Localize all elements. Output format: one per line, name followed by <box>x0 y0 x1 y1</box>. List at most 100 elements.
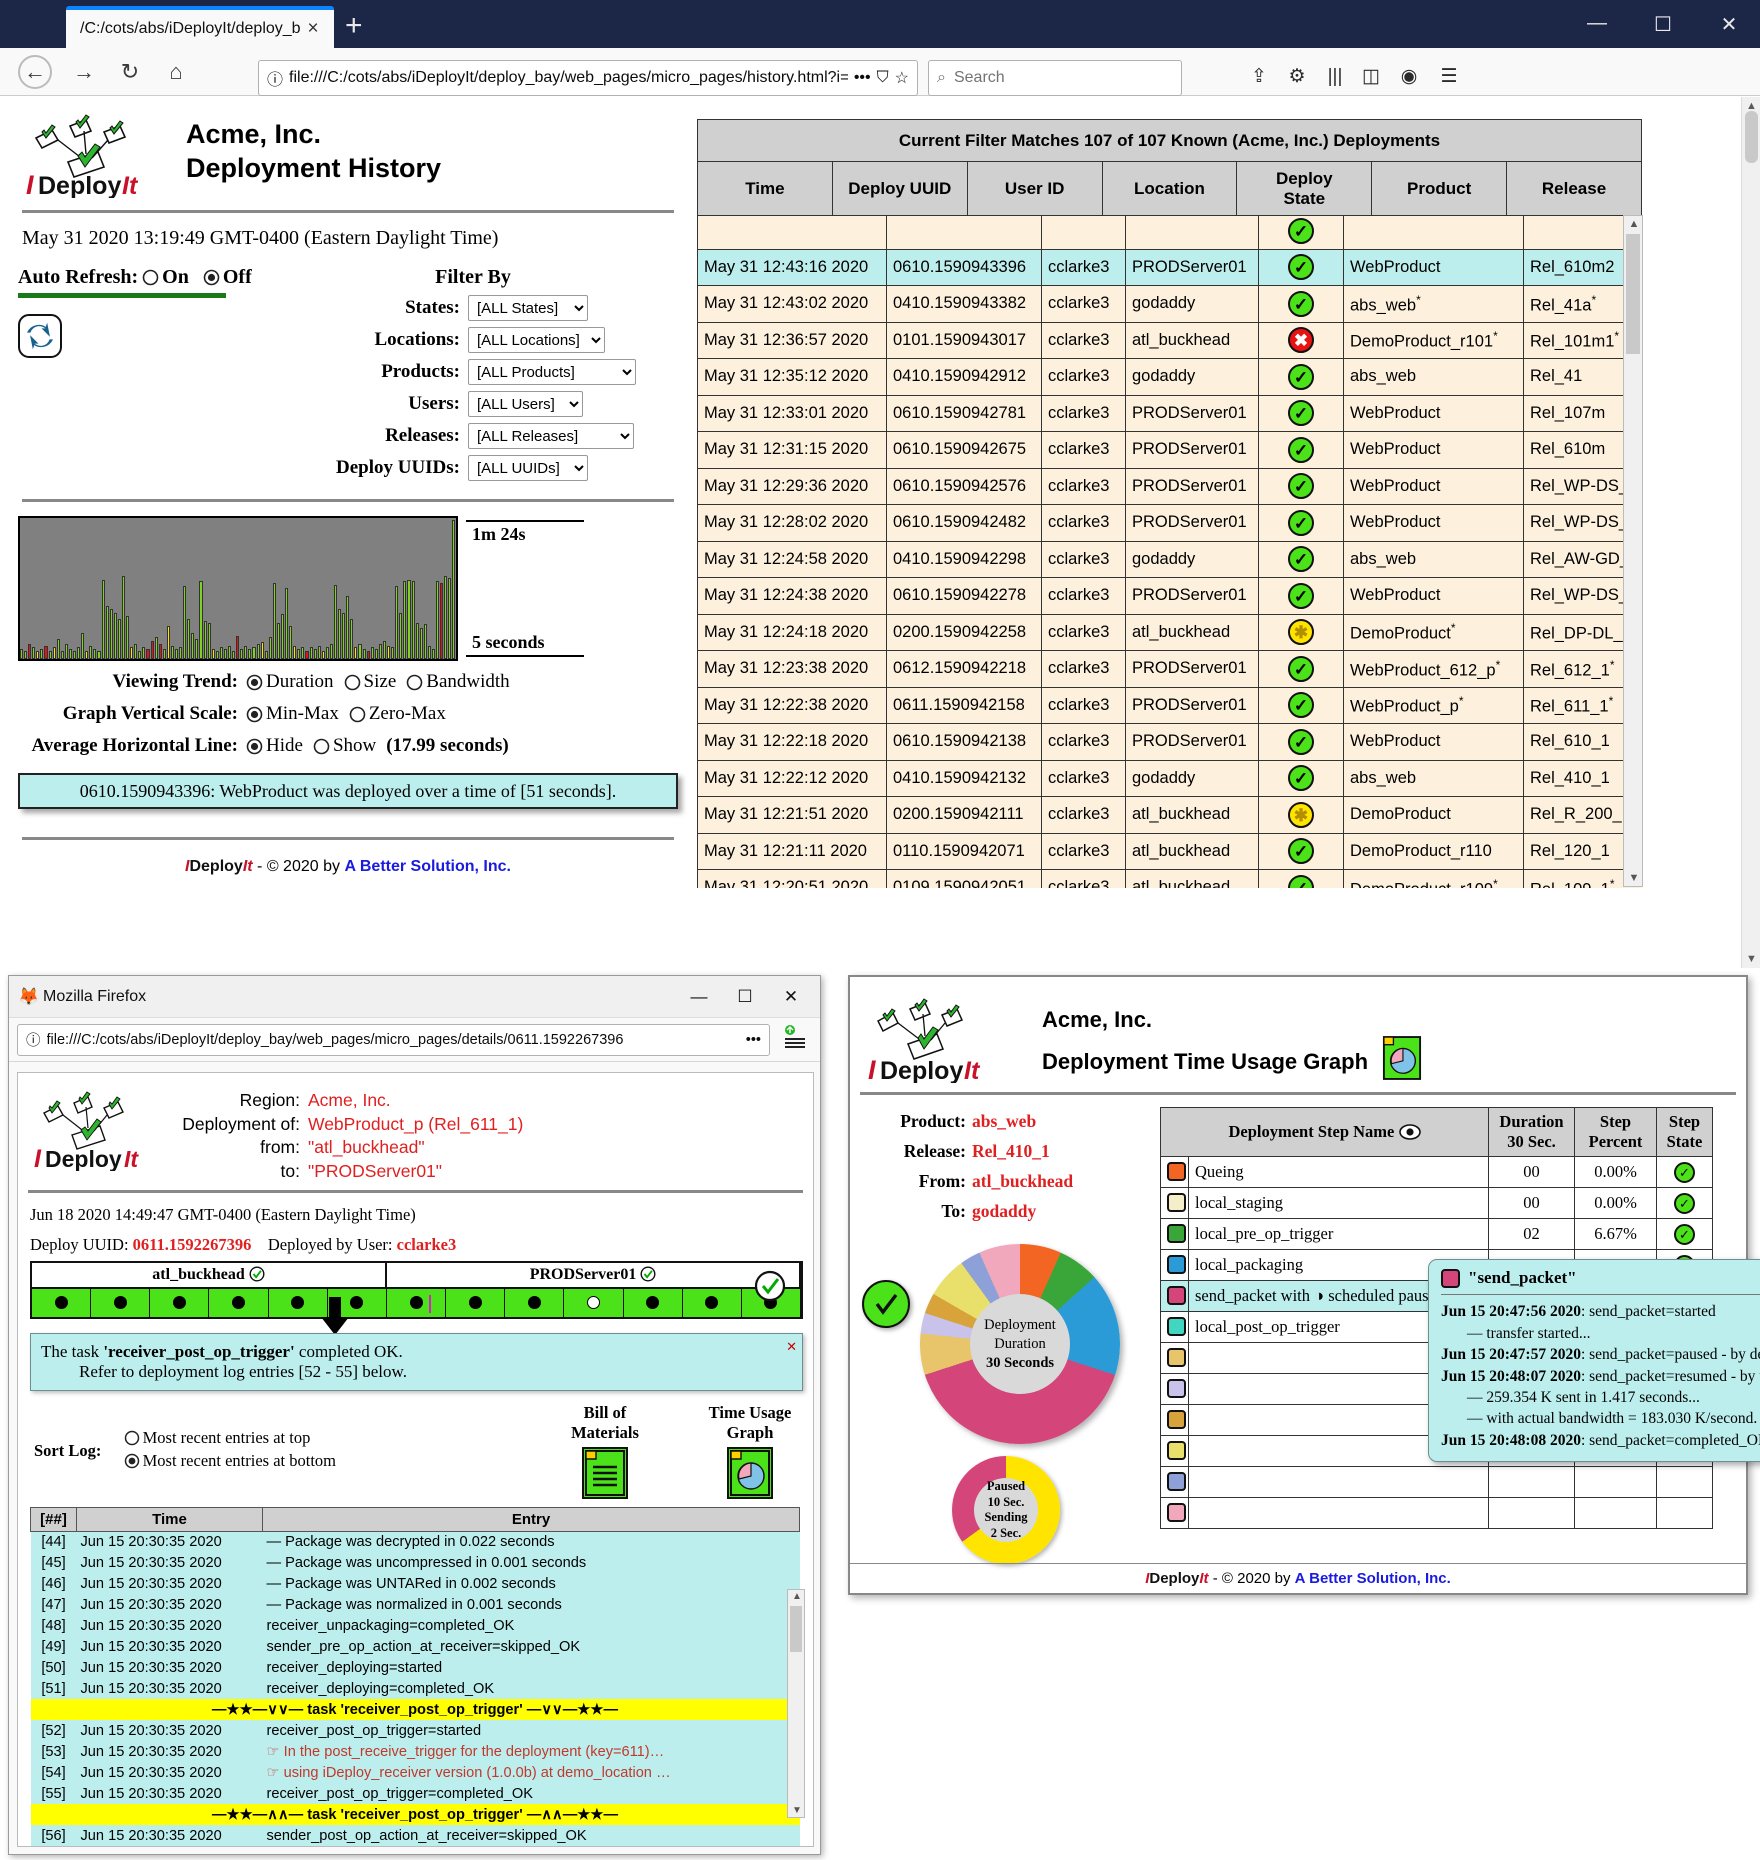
chart-bar[interactable] <box>305 651 308 659</box>
chart-bar[interactable] <box>57 639 60 659</box>
sidebar-icon[interactable]: ◫ <box>1352 58 1390 96</box>
scroll-down-icon[interactable]: ▼ <box>788 1805 806 1816</box>
chart-bar[interactable] <box>191 633 194 659</box>
step-cell[interactable] <box>624 1289 683 1317</box>
chart-bar[interactable] <box>81 633 84 659</box>
chart-bar[interactable] <box>334 585 337 659</box>
address-bar[interactable]: ⓘ file:///C:/cots/abs/iDeployIt/deploy_b… <box>258 60 918 96</box>
column-header-product[interactable]: Product <box>1372 162 1507 216</box>
log-row[interactable]: [50]Jun 15 20:30:35 2020receiver_deployi… <box>31 1657 800 1678</box>
chart-bar[interactable] <box>61 651 64 659</box>
company-link[interactable]: A Better Solution, Inc. <box>1295 1570 1451 1587</box>
step-cell[interactable] <box>32 1289 91 1317</box>
chart-bar[interactable] <box>383 641 386 659</box>
chart-bar[interactable] <box>199 581 202 659</box>
chart-bar[interactable] <box>155 637 158 659</box>
chart-bar[interactable] <box>228 646 231 659</box>
table-row[interactable]: May 31 12:29:36 20200610.1590942576cclar… <box>698 468 1643 505</box>
step-cell[interactable] <box>209 1289 268 1317</box>
chart-bar[interactable] <box>444 576 447 659</box>
page-actions-icon[interactable]: ••• <box>854 69 871 87</box>
chart-plot-area[interactable] <box>18 516 458 661</box>
filter-select-1[interactable]: [ALL Locations] <box>468 327 605 353</box>
bill-of-materials-button[interactable]: Bill of Materials <box>551 1403 659 1499</box>
log-row[interactable]: [44]Jun 15 20:30:35 2020— Package was de… <box>31 1531 800 1552</box>
scroll-down-icon[interactable]: ▼ <box>1742 953 1760 965</box>
trend-option-bandwidth[interactable]: Bandwidth <box>406 671 509 693</box>
chart-bar[interactable] <box>102 580 105 659</box>
table-row-partial[interactable]: ✓ <box>698 216 1643 249</box>
search-input[interactable]: ⌕ Search <box>928 60 1182 96</box>
table-row[interactable]: May 31 12:23:38 20200612.1590942218cclar… <box>698 651 1643 688</box>
close-icon[interactable]: ✕ <box>768 987 814 1007</box>
table-row[interactable]: May 31 12:22:12 20200410.1590942132cclar… <box>698 760 1643 797</box>
chart-bar[interactable] <box>65 644 68 659</box>
chart-bar[interactable] <box>93 649 96 659</box>
chart-bar[interactable] <box>269 637 272 659</box>
chart-bar[interactable] <box>375 649 378 659</box>
scale-option-zeromax[interactable]: Zero-Max <box>349 703 446 725</box>
chart-bar[interactable] <box>69 649 72 659</box>
library-icon[interactable]: ||| <box>1316 58 1354 96</box>
auto-refresh-off[interactable]: Off <box>203 266 252 289</box>
maximize-icon[interactable]: ☐ <box>722 987 768 1007</box>
chart-bar[interactable] <box>363 649 366 659</box>
chart-bar[interactable] <box>122 576 125 659</box>
chart-bar[interactable] <box>330 644 333 659</box>
chart-bar[interactable] <box>208 623 211 659</box>
chart-bar[interactable] <box>134 644 137 659</box>
column-header-deploy-state[interactable]: DeployState <box>1237 162 1372 216</box>
table-row[interactable]: May 31 12:28:02 20200610.1590942482cclar… <box>698 505 1643 542</box>
table-scrollbar[interactable]: ▲ ▼ <box>1623 215 1643 887</box>
log-scrollbar[interactable]: ▲ ▼ <box>787 1589 805 1818</box>
log-row[interactable]: [45]Jun 15 20:30:35 2020— Package was un… <box>31 1552 800 1573</box>
average-option-show[interactable]: Show <box>313 735 376 757</box>
chart-bar[interactable] <box>32 647 35 659</box>
trend-option-duration[interactable]: Duration <box>246 671 334 693</box>
log-row[interactable]: [54]Jun 15 20:30:35 2020☞ using iDeploy_… <box>31 1762 800 1783</box>
chart-bar[interactable] <box>277 623 280 659</box>
gear-icon[interactable]: ⚙ <box>1278 58 1316 96</box>
chart-bar[interactable] <box>297 649 300 659</box>
chart-bar[interactable] <box>310 647 313 659</box>
step-cell[interactable] <box>564 1289 623 1317</box>
chart-bar[interactable] <box>232 651 235 659</box>
chart-bar[interactable] <box>159 644 162 659</box>
chart-bar[interactable] <box>187 619 190 659</box>
filter-select-5[interactable]: [ALL UUIDs] <box>468 455 588 481</box>
step-cell[interactable] <box>446 1289 505 1317</box>
chart-bar[interactable] <box>216 651 219 659</box>
chart-bar[interactable] <box>379 644 382 659</box>
chart-bar[interactable] <box>151 641 154 659</box>
step-row[interactable] <box>1161 1498 1713 1529</box>
chart-bar[interactable] <box>350 619 353 659</box>
table-row[interactable]: May 31 12:24:58 20200410.1590942298cclar… <box>698 541 1643 578</box>
minimize-icon[interactable]: — <box>676 987 722 1007</box>
scroll-up-icon[interactable]: ▲ <box>1624 218 1644 230</box>
chart-bar[interactable] <box>281 614 284 659</box>
filter-select-2[interactable]: [ALL Products] <box>468 359 636 385</box>
step-cell[interactable] <box>91 1289 150 1317</box>
column-header-location[interactable]: Location <box>1102 162 1237 216</box>
scroll-down-icon[interactable]: ▼ <box>1624 872 1644 884</box>
chart-bar[interactable] <box>338 609 341 659</box>
details-address-bar[interactable]: ⓘ file:///C:/cots/abs/iDeployIt/deploy_b… <box>17 1024 770 1056</box>
chart-bar[interactable] <box>126 616 129 659</box>
auto-refresh-on[interactable]: On <box>142 266 189 289</box>
chart-bar[interactable] <box>212 649 215 659</box>
close-icon[interactable]: ✕ <box>786 1339 797 1355</box>
chart-bar[interactable] <box>204 621 207 659</box>
close-icon[interactable]: × <box>300 18 326 40</box>
save-to-pocket-icon[interactable]: ⇪ <box>1240 58 1278 96</box>
chart-bar[interactable] <box>301 647 304 659</box>
new-tab-button[interactable]: + <box>345 12 363 40</box>
chart-bar[interactable] <box>110 609 113 659</box>
table-row[interactable]: May 31 12:22:18 20200610.1590942138cclar… <box>698 724 1643 761</box>
chart-bar[interactable] <box>236 636 239 659</box>
chart-bar[interactable] <box>403 581 406 659</box>
scale-option-minmax[interactable]: Min-Max <box>246 703 339 725</box>
chart-bar[interactable] <box>322 651 325 659</box>
sort-top-option[interactable]: Most recent entries at top <box>124 1428 311 1448</box>
page-actions-icon[interactable]: ••• <box>746 1032 761 1048</box>
bookmark-star-icon[interactable]: ☆ <box>895 68 909 88</box>
